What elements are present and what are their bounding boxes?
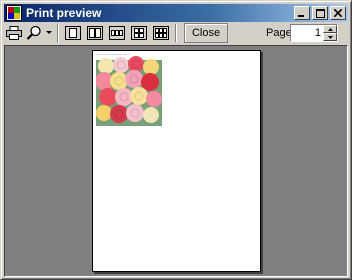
minimize-icon <box>298 15 304 17</box>
dropdown-arrow-icon <box>46 31 52 34</box>
close-preview-button[interactable]: Close <box>184 23 228 43</box>
four-pages-button[interactable] <box>130 25 148 41</box>
close-window-button[interactable] <box>330 6 346 20</box>
image-caption: ~~~ ~~~ ~~~~ ~~~ <box>96 52 130 57</box>
zoom-dropdown-button[interactable] <box>44 23 54 43</box>
one-page-button[interactable] <box>64 25 82 41</box>
minimize-button[interactable] <box>294 6 310 20</box>
spin-up-button[interactable] <box>323 25 337 33</box>
preview-page: ~~~ ~~~ ~~~~ ~~~ <box>92 50 261 272</box>
page-label: Page <box>266 27 292 39</box>
down-arrow-icon <box>327 35 333 39</box>
six-pages-icon <box>153 26 169 40</box>
toolbar-separator <box>175 24 177 42</box>
maximize-button[interactable] <box>312 6 328 20</box>
maximize-icon <box>315 8 325 18</box>
two-pages-button[interactable] <box>86 25 104 41</box>
rose-bouquet-image: ~~~ ~~~ ~~~~ ~~~ <box>96 52 162 126</box>
toolbar-separator <box>57 24 59 42</box>
page-number-spinner[interactable]: 1 <box>290 24 338 42</box>
zoom-button[interactable] <box>24 23 44 43</box>
page-number-value[interactable]: 1 <box>291 27 323 39</box>
two-pages-icon <box>87 26 103 40</box>
print-button[interactable] <box>4 23 24 43</box>
one-page-icon <box>65 26 81 40</box>
preview-area[interactable]: ~~~ ~~~ ~~~~ ~~~ <box>4 45 348 277</box>
window-title: Print preview <box>26 6 102 20</box>
rose-bouquet-picture <box>96 52 162 126</box>
title-bar[interactable]: Print preview <box>4 4 348 22</box>
four-pages-icon <box>131 26 147 40</box>
close-icon <box>334 9 342 17</box>
six-pages-button[interactable] <box>152 25 170 41</box>
up-arrow-icon <box>327 27 333 31</box>
print-preview-window: Print preview Close Page 1 ~~~ ~~~ ~~~~ … <box>0 0 352 280</box>
toolbar: Close Page 1 <box>4 23 348 43</box>
printer-icon <box>6 26 22 40</box>
app-icon[interactable] <box>6 5 22 21</box>
spinner-buttons <box>323 25 337 41</box>
magnifier-icon <box>26 25 41 40</box>
spin-down-button[interactable] <box>323 33 337 41</box>
three-pages-button[interactable] <box>108 25 126 41</box>
three-pages-icon <box>109 26 125 40</box>
